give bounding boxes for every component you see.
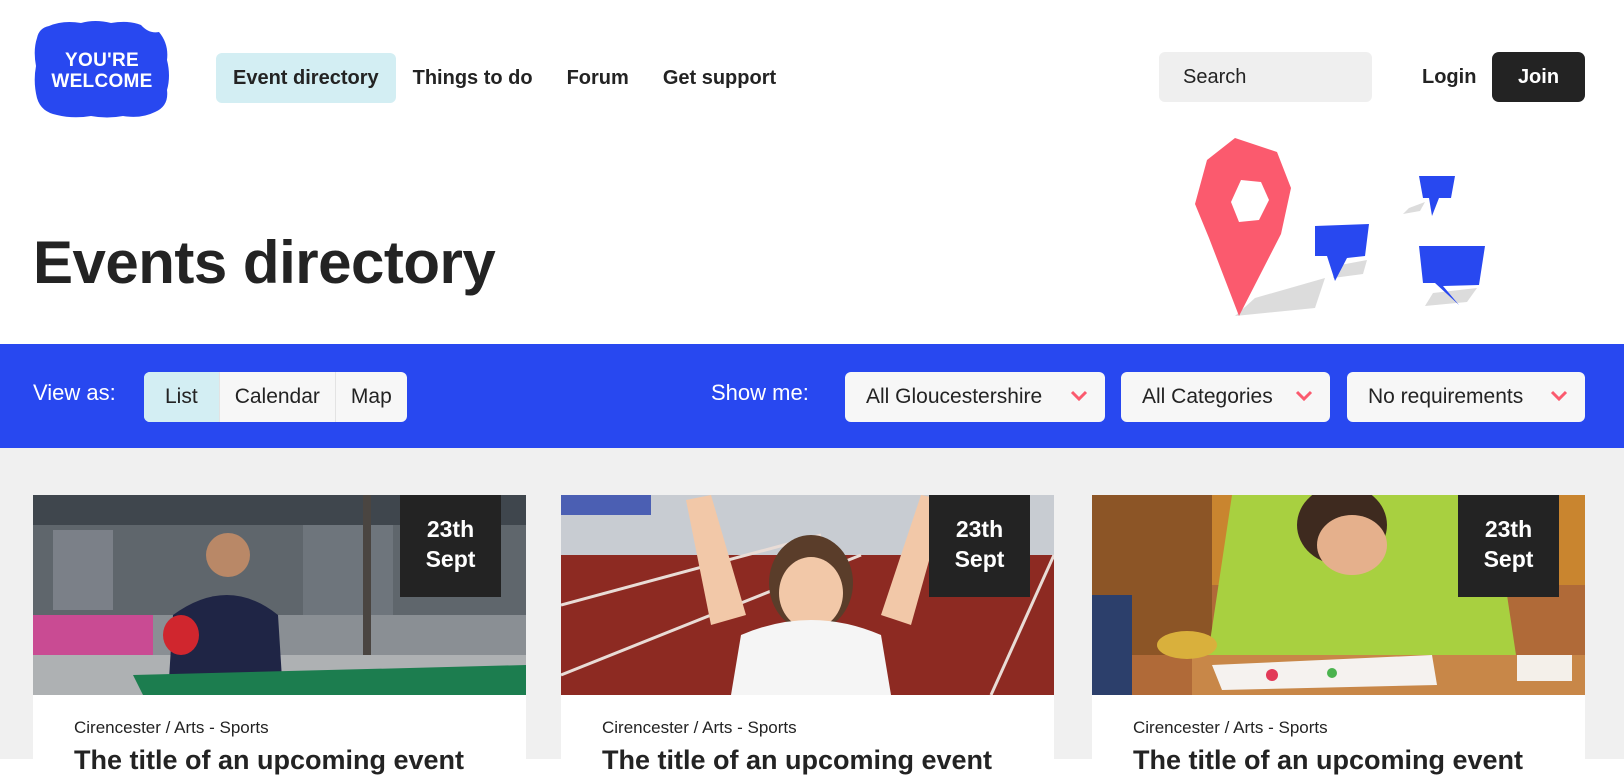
nav-things-to-do[interactable]: Things to do bbox=[396, 53, 550, 103]
requirements-dropdown[interactable]: No requirements bbox=[1347, 372, 1585, 422]
map-pin-illustration bbox=[1195, 138, 1485, 316]
event-meta: Cirencester / Arts - Sports bbox=[602, 718, 797, 737]
chevron-down-icon bbox=[1550, 390, 1568, 402]
filter-bar: View as: List Calendar Map Show me: All … bbox=[0, 344, 1624, 448]
requirements-dropdown-value: No requirements bbox=[1368, 385, 1524, 408]
search-input[interactable] bbox=[1159, 52, 1372, 102]
page-title: Events directory bbox=[33, 229, 496, 296]
category-dropdown[interactable]: All Categories bbox=[1121, 372, 1330, 422]
event-meta: Cirencester / Arts - Sports bbox=[1133, 718, 1328, 737]
nav-event-directory[interactable]: Event directory bbox=[216, 53, 396, 103]
event-date-badge: 23th Sept bbox=[929, 495, 1030, 597]
view-as-label: View as: bbox=[33, 380, 116, 405]
event-card[interactable]: 23th Sept Cirencester / Arts - Sports Th… bbox=[561, 495, 1054, 775]
chevron-down-icon bbox=[1295, 390, 1313, 402]
event-card[interactable]: 23th Sept Cirencester / Arts - Sports Th… bbox=[1092, 495, 1585, 775]
show-me-label: Show me: bbox=[711, 380, 809, 405]
view-toggle: List Calendar Map bbox=[144, 372, 407, 422]
main-nav: Event directory Things to do Forum Get s… bbox=[216, 53, 793, 103]
join-button[interactable]: Join bbox=[1492, 52, 1585, 102]
login-link[interactable]: Login bbox=[1422, 52, 1476, 102]
chevron-down-icon bbox=[1070, 390, 1088, 402]
site-header: YOU'RE WELCOME Event directory Things to… bbox=[0, 0, 1624, 344]
event-title[interactable]: The title of an upcoming event bbox=[1133, 745, 1523, 775]
events-list: 23th Sept Cirencester / Arts - Sports Th… bbox=[0, 448, 1624, 775]
logo-text: YOU'RE WELCOME bbox=[51, 50, 153, 92]
view-list-button[interactable]: List bbox=[144, 372, 220, 422]
event-meta: Cirencester / Arts - Sports bbox=[74, 718, 269, 737]
location-dropdown-value: All Gloucestershire bbox=[866, 385, 1043, 408]
view-map-button[interactable]: Map bbox=[336, 372, 407, 422]
event-date-badge: 23th Sept bbox=[400, 495, 501, 597]
event-card[interactable]: 23th Sept Cirencester / Arts - Sports Th… bbox=[33, 495, 526, 775]
location-dropdown[interactable]: All Gloucestershire bbox=[845, 372, 1105, 422]
category-dropdown-value: All Categories bbox=[1142, 385, 1273, 408]
nav-get-support[interactable]: Get support bbox=[646, 53, 793, 103]
site-logo[interactable]: YOU'RE WELCOME bbox=[33, 20, 171, 119]
event-date-badge: 23th Sept bbox=[1458, 495, 1559, 597]
nav-forum[interactable]: Forum bbox=[550, 53, 646, 103]
event-title[interactable]: The title of an upcoming event bbox=[74, 745, 464, 775]
view-calendar-button[interactable]: Calendar bbox=[220, 372, 336, 422]
event-title[interactable]: The title of an upcoming event bbox=[602, 745, 992, 775]
